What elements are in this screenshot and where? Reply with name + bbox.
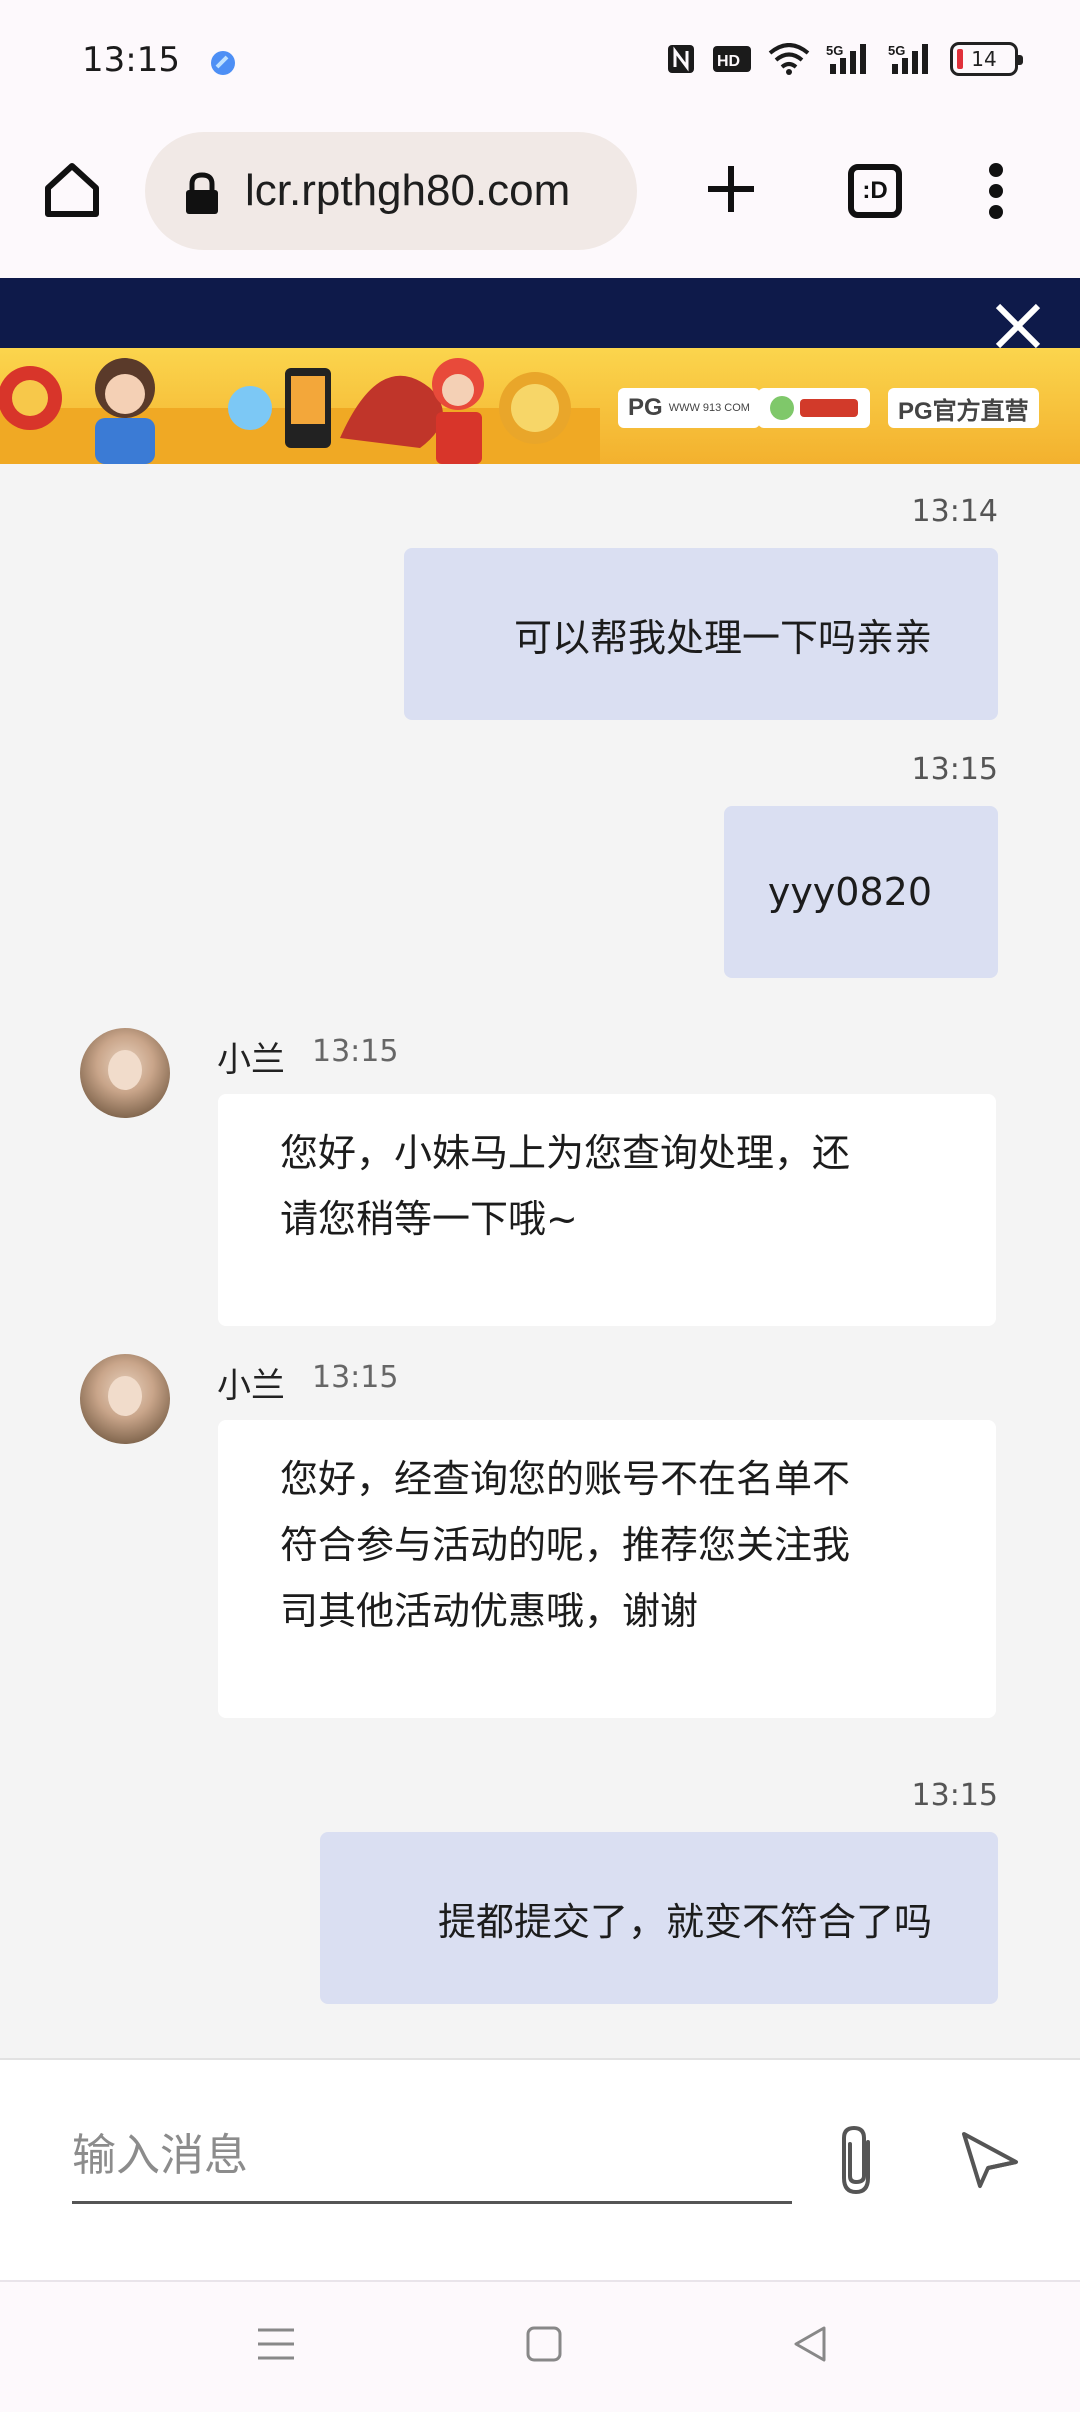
agent-avatar[interactable] [80, 1028, 170, 1118]
battery-indicator: 14 [950, 42, 1023, 76]
message-line: 符合参与活动的呢，推荐您关注我 [280, 1523, 851, 1567]
status-icons: HD 5G 5G 14 [666, 42, 1023, 76]
battery-level-bar [957, 49, 963, 69]
outgoing-message-bubble[interactable]: 提都提交了，就变不符合了吗 [320, 1832, 998, 2004]
svg-text:5G: 5G [826, 43, 843, 58]
send-icon[interactable] [958, 2128, 1020, 2190]
message-line: 司其他活动优惠哦，谢谢 [280, 1589, 699, 1633]
signal-5g-icon: 5G [888, 43, 928, 74]
url-text[interactable]: lcr.rpthgh80.com [245, 166, 570, 216]
incoming-message-bubble[interactable]: 您好，小妹马上为您查询处理，还 请您稍等一下哦~ [218, 1094, 996, 1326]
message-text: yyy0820 [767, 870, 932, 914]
battery-level-text: 14 [971, 47, 997, 71]
ad-label-game [758, 388, 870, 428]
wifi-icon [768, 43, 810, 75]
signal-5g-icon: 5G [826, 43, 866, 74]
incoming-message-bubble[interactable]: 您好，经查询您的账号不在名单不 符合参与活动的呢，推荐您关注我 司其他活动优惠哦… [218, 1420, 996, 1718]
ad-banner[interactable]: PG WWW 913 COM PG官方直营 [0, 348, 1080, 464]
message-time: 13:15 [312, 1034, 399, 1069]
message-time: 13:14 [911, 494, 998, 529]
ad-game-logo-icon [770, 396, 858, 420]
ad-label-official-text: PG官方直营 [898, 397, 1029, 425]
svg-text:5G: 5G [888, 43, 905, 58]
home-icon[interactable] [40, 158, 104, 222]
ad-illustration [0, 358, 600, 464]
outgoing-message-bubble[interactable]: yyy0820 [724, 806, 998, 978]
plus-icon[interactable] [702, 160, 760, 218]
browser-toolbar: lcr.rpthgh80.com :D [0, 120, 1080, 278]
nfc-icon [668, 45, 694, 73]
ad-label-official: PG官方直营 [888, 388, 1039, 428]
tab-switcher-icon[interactable]: :D [848, 164, 902, 218]
address-bar[interactable]: lcr.rpthgh80.com [145, 132, 637, 250]
agent-name: 小兰 [217, 1366, 285, 1406]
svg-text:HD: HD [717, 53, 740, 70]
chat-area[interactable]: 13:14 可以帮我处理一下吗亲亲 13:15 yyy0820 小兰 13:15… [0, 464, 1080, 2058]
lock-icon[interactable] [183, 172, 221, 216]
ad-sublabel: WWW 913 COM [668, 401, 750, 414]
status-bar: 13:15 HD 5G 5G 14 [0, 0, 1080, 120]
agent-name: 小兰 [217, 1040, 285, 1080]
agent-avatar[interactable] [80, 1354, 170, 1444]
hd-icon: HD [713, 46, 751, 72]
outgoing-message-bubble[interactable]: 可以帮我处理一下吗亲亲 [404, 548, 998, 720]
message-composer [0, 2058, 1080, 2280]
message-input-wrapper[interactable] [72, 2120, 792, 2204]
message-text: 可以帮我处理一下吗亲亲 [513, 615, 932, 660]
message-line: 您好，小妹马上为您查询处理，还 [280, 1131, 851, 1175]
ad-label-pg: PG WWW 913 COM [618, 388, 760, 428]
close-icon[interactable] [994, 302, 1042, 350]
message-line: 请您稍等一下哦~ [280, 1197, 578, 1241]
banner-header [0, 278, 1080, 350]
message-input[interactable] [72, 2120, 792, 2190]
message-time: 13:15 [911, 1778, 998, 1813]
ad-label-pg-text: PG [628, 394, 663, 421]
tab-switcher-label: :D [862, 177, 888, 204]
more-vert-icon[interactable] [986, 160, 1006, 222]
back-icon[interactable] [790, 2324, 830, 2364]
message-time: 13:15 [911, 752, 998, 787]
attach-icon[interactable] [828, 2120, 888, 2200]
app-dot-icon [211, 51, 235, 75]
menu-icon[interactable] [256, 2324, 296, 2364]
home-square-icon[interactable] [524, 2324, 564, 2364]
system-nav-bar [0, 2280, 1080, 2412]
message-line: 您好，经查询您的账号不在名单不 [280, 1457, 851, 1501]
message-time: 13:15 [312, 1360, 399, 1395]
status-time: 13:15 [82, 40, 180, 80]
message-text: 提都提交了，就变不符合了吗 [437, 1899, 932, 1944]
